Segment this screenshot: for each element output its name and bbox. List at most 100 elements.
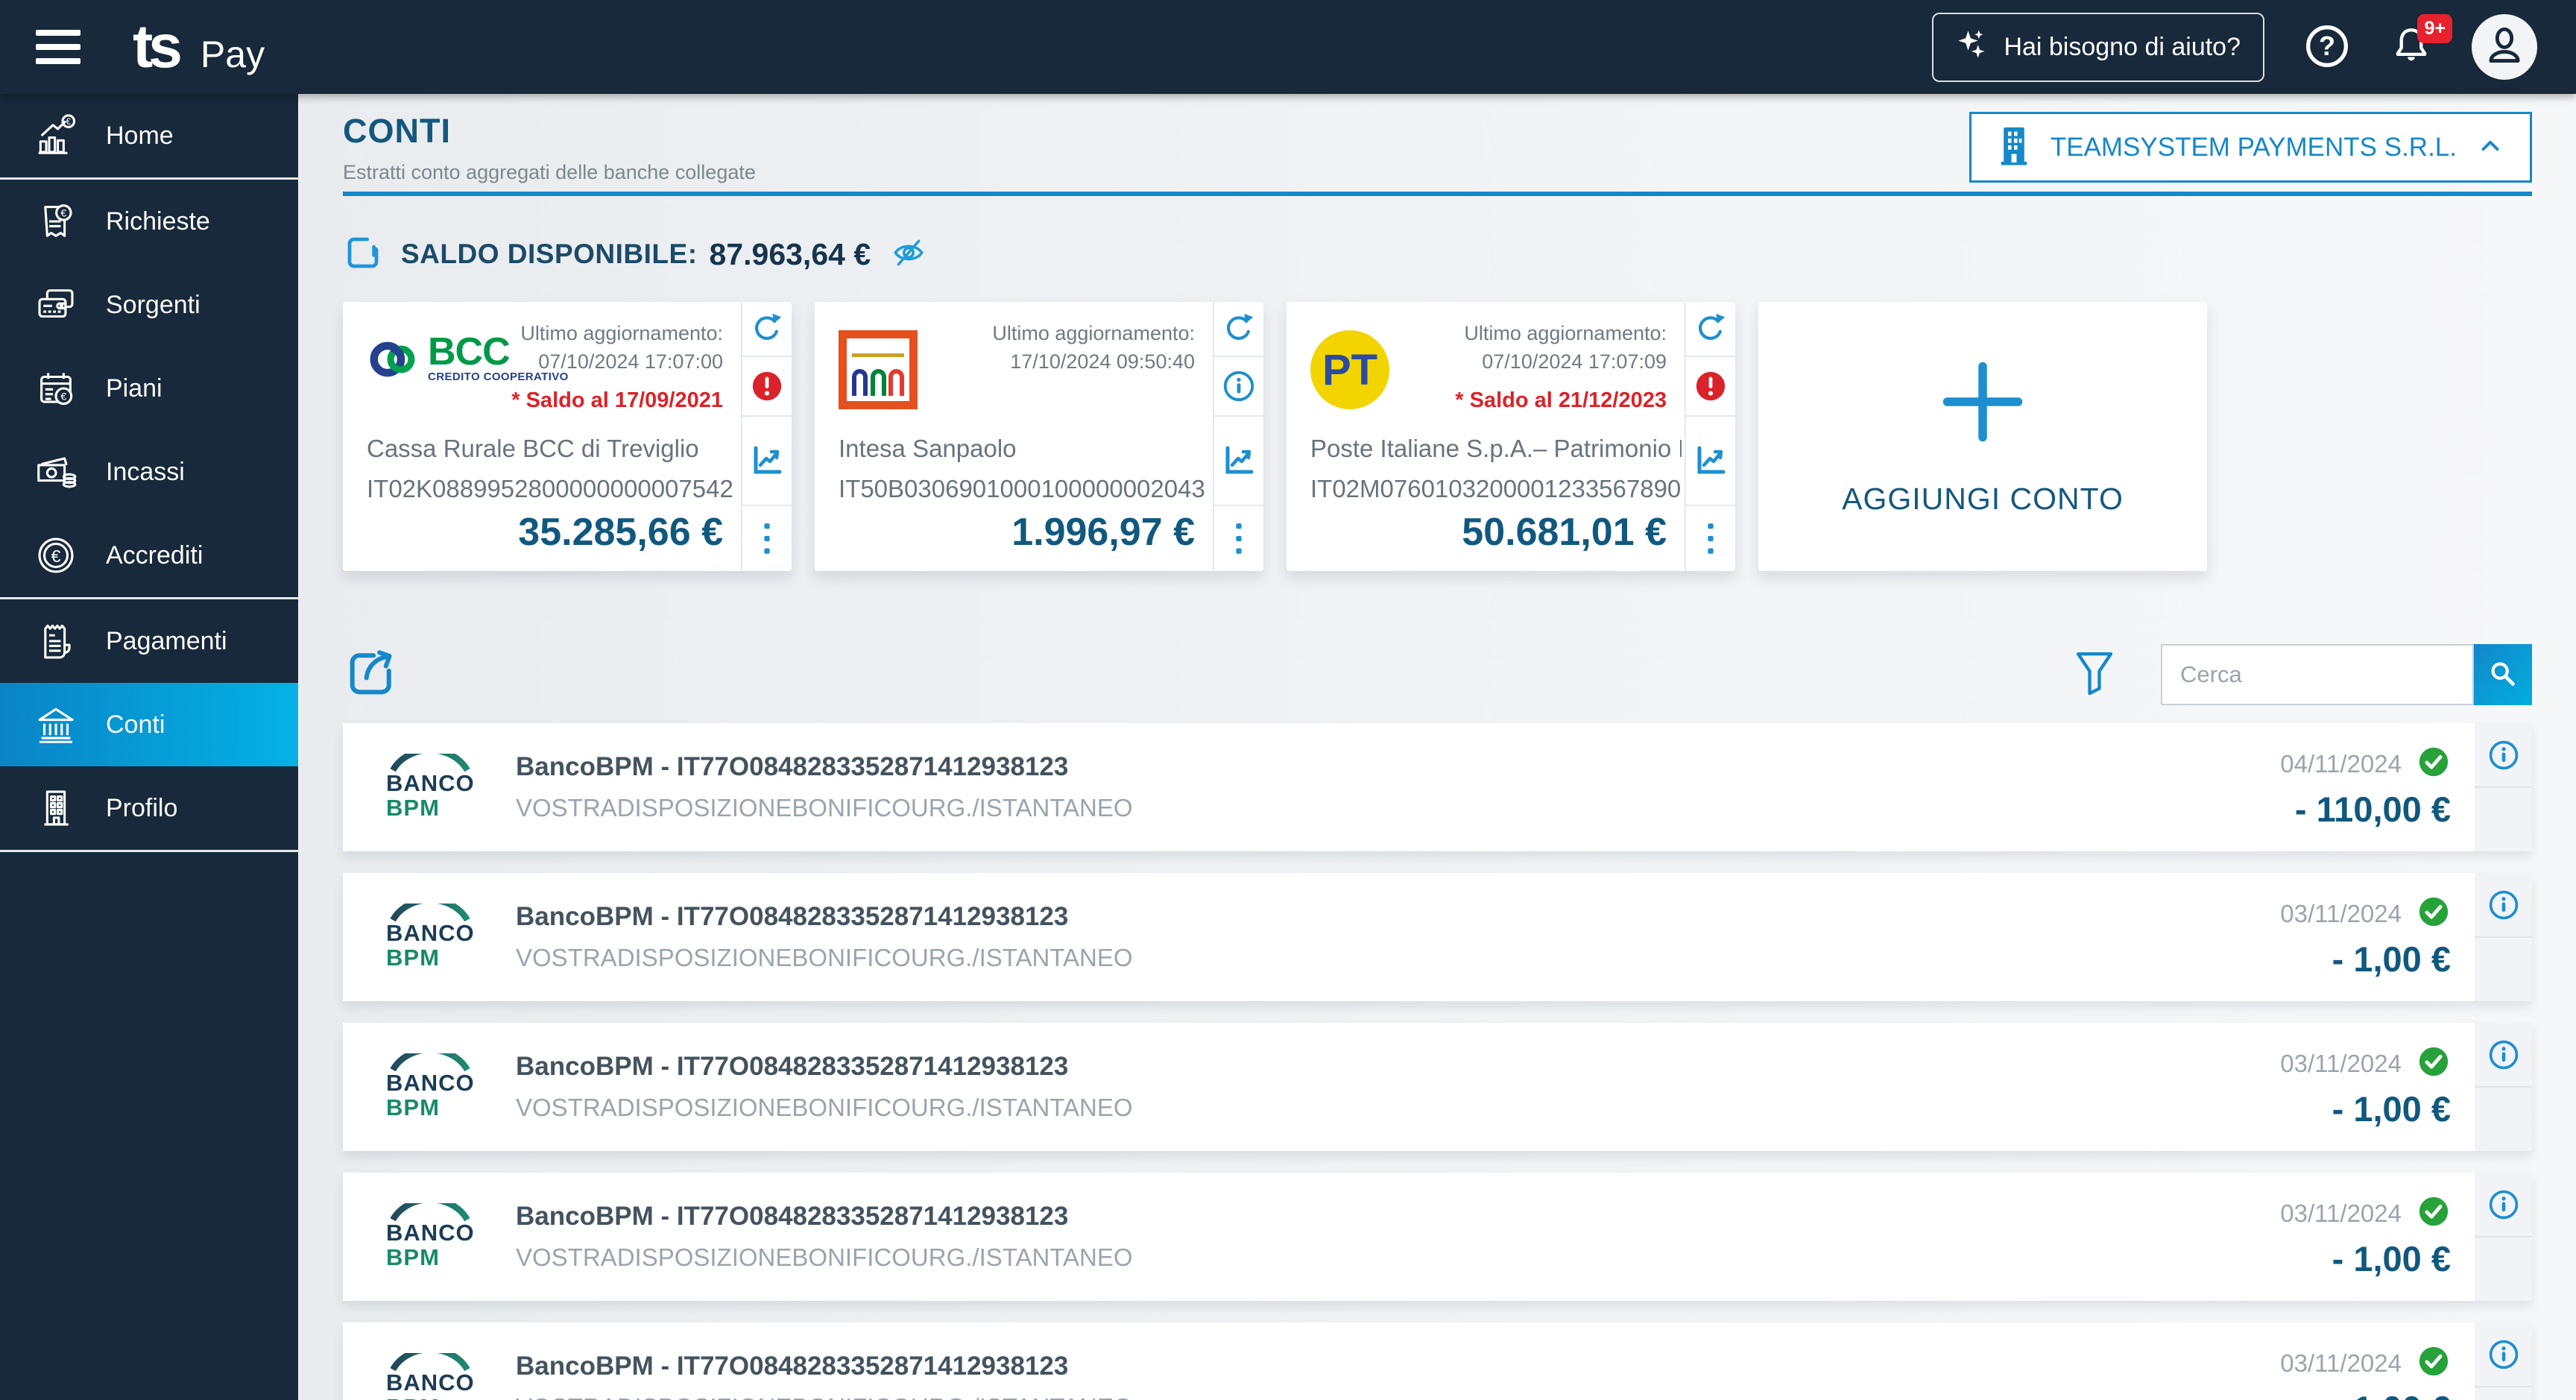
balance-value: 87.963,64 € xyxy=(709,236,871,271)
notifications-button[interactable]: 9+ xyxy=(2390,13,2452,70)
row-expand-area[interactable] xyxy=(2475,938,2532,1001)
company-selector[interactable]: TEAMSYSTEM PAYMENTS S.R.L. xyxy=(1969,112,2532,183)
chart-button[interactable] xyxy=(1214,417,1263,506)
more-button[interactable] xyxy=(1214,506,1263,571)
sidebar-item-sorgenti[interactable]: Sorgenti xyxy=(0,263,298,347)
stale-balance-alert: * Saldo al 21/12/2023 xyxy=(1455,388,1667,412)
home-icon: € xyxy=(31,111,80,160)
sidebar: € Home € Richieste Sorgenti € Piani Inca… xyxy=(0,94,298,1400)
sidebar-divider xyxy=(0,850,298,852)
sidebar-item-richieste[interactable]: € Richieste xyxy=(0,180,298,263)
refresh-button[interactable] xyxy=(742,302,792,357)
sidebar-item-accrediti[interactable]: € Accrediti xyxy=(0,514,298,597)
sidebar-item-conti[interactable]: Conti xyxy=(0,683,298,766)
question-button[interactable]: ? xyxy=(2303,22,2351,72)
transaction-row: BANCO BPM BancoBPM - IT77O08482833528714… xyxy=(343,873,2532,1001)
info-button[interactable] xyxy=(2475,723,2532,788)
search-input[interactable] xyxy=(2161,644,2474,705)
transaction-row: BANCO BPM BancoBPM - IT77O08482833528714… xyxy=(343,1023,2532,1151)
chart-button[interactable] xyxy=(1686,417,1735,506)
bcc-logo-subtext: CREDITO COOPERATIVO xyxy=(428,371,569,384)
transaction-date: 04/11/2024 xyxy=(2280,749,2402,778)
sidebar-item-label: Conti xyxy=(106,710,165,739)
profile-icon xyxy=(31,783,80,833)
update-value: 07/10/2024 17:07:09 xyxy=(1482,350,1667,373)
page-title: CONTI xyxy=(343,112,451,150)
add-account-label: AGGIUNGI CONTO xyxy=(1842,481,2124,516)
transaction-title: BancoBPM - IT77O0848283352871412938123 xyxy=(516,902,1069,931)
account-card-intesa: Ultimo aggiornamento: 17/10/2024 09:50:4… xyxy=(815,302,1263,571)
account-card-poste: Ultimo aggiornamento: 07/10/2024 17:07:0… xyxy=(1287,302,1735,571)
info-button[interactable] xyxy=(2475,1173,2532,1237)
info-button[interactable] xyxy=(2475,1023,2532,1088)
row-expand-area[interactable] xyxy=(2475,1088,2532,1151)
menu-icon[interactable] xyxy=(36,30,80,64)
sources-icon xyxy=(31,280,80,329)
chart-button[interactable] xyxy=(742,417,792,506)
sidebar-item-label: Piani xyxy=(106,373,162,403)
row-expand-area[interactable] xyxy=(2475,1387,2532,1400)
bancobpm-logo: BANCO BPM xyxy=(386,1053,483,1120)
info-button[interactable] xyxy=(1214,357,1263,417)
payments-icon xyxy=(31,617,80,666)
account-iban: IT02K0889952800000000007542 xyxy=(367,475,733,502)
account-balance: 1.996,97 € xyxy=(1011,511,1195,554)
chevron-up-icon xyxy=(2476,134,2504,160)
transaction-amount: - 1,00 € xyxy=(2332,1388,2451,1400)
card-actions xyxy=(1685,302,1735,571)
user-icon xyxy=(2483,24,2526,71)
refresh-button[interactable] xyxy=(1214,302,1263,357)
sidebar-item-home[interactable]: € Home xyxy=(0,94,298,177)
sidebar-item-piani[interactable]: € Piani xyxy=(0,347,298,430)
balance-icon xyxy=(343,233,383,277)
success-icon xyxy=(2416,1344,2451,1382)
bcc-logo-text: BCC xyxy=(428,329,511,373)
info-button[interactable] xyxy=(2475,1322,2532,1387)
refresh-button[interactable] xyxy=(1686,302,1735,357)
searchbar xyxy=(2161,644,2532,705)
sidebar-item-pagamenti[interactable]: Pagamenti xyxy=(0,599,298,683)
main-content: CONTI Estratti conto aggregati delle ban… xyxy=(298,94,2576,1400)
svg-text:?: ? xyxy=(2319,31,2335,61)
company-selector-label: TEAMSYSTEM PAYMENTS S.R.L. xyxy=(2050,132,2457,162)
question-icon: ? xyxy=(2303,22,2351,72)
info-button[interactable] xyxy=(2475,873,2532,938)
bcc-logo: BCC CREDITO COOPERATIVO xyxy=(367,330,569,388)
transaction-date: 03/11/2024 xyxy=(2280,1199,2402,1227)
sidebar-item-profilo[interactable]: Profilo xyxy=(0,766,298,850)
transaction-row: BANCO BPM BancoBPM - IT77O08482833528714… xyxy=(343,1173,2532,1301)
alert-status-icon xyxy=(1686,357,1735,417)
bancobpm-logo: BANCO BPM xyxy=(386,1353,483,1400)
svg-text:€: € xyxy=(60,208,66,220)
search-icon xyxy=(2486,657,2520,693)
avatar[interactable] xyxy=(2472,14,2537,80)
credits-icon: € xyxy=(31,531,80,580)
requests-icon: € xyxy=(31,197,80,246)
hide-balance-button[interactable] xyxy=(890,234,927,275)
transaction-side-panel xyxy=(2475,723,2532,851)
account-name: Poste Italiane S.p.A.– Patrimonio Banco.… xyxy=(1310,435,1682,462)
export-button[interactable] xyxy=(343,645,400,705)
brand: ts Pay xyxy=(133,16,265,78)
sidebar-item-incassi[interactable]: Incassi xyxy=(0,430,298,514)
account-iban: IT50B0306901000100000002043 xyxy=(839,475,1205,502)
add-account-card[interactable]: AGGIUNGI CONTO xyxy=(1758,302,2207,571)
success-icon xyxy=(2416,895,2451,933)
card-actions xyxy=(1213,302,1263,571)
search-button[interactable] xyxy=(2474,644,2532,705)
collections-icon xyxy=(31,447,80,496)
transaction-amount: - 1,00 € xyxy=(2332,939,2451,979)
sidebar-item-label: Accrediti xyxy=(106,540,203,570)
more-button[interactable] xyxy=(1686,506,1735,571)
row-expand-area[interactable] xyxy=(2475,788,2532,851)
transaction-amount: - 1,00 € xyxy=(2332,1239,2451,1278)
transaction-list: BANCO BPM BancoBPM - IT77O08482833528714… xyxy=(343,723,2532,1400)
more-button[interactable] xyxy=(742,506,792,571)
sparkle-icon xyxy=(1956,28,1989,67)
help-button[interactable]: Hai bisogno di aiuto? xyxy=(1932,12,2264,82)
filter-icon[interactable] xyxy=(2071,648,2118,702)
row-expand-area[interactable] xyxy=(2475,1237,2532,1301)
account-name: Intesa Sanpaolo xyxy=(839,435,1017,462)
transaction-subtitle: VOSTRADISPOSIZIONEBONIFICOURG./ISTANTANE… xyxy=(516,1243,1133,1271)
header-rule xyxy=(343,192,2532,196)
